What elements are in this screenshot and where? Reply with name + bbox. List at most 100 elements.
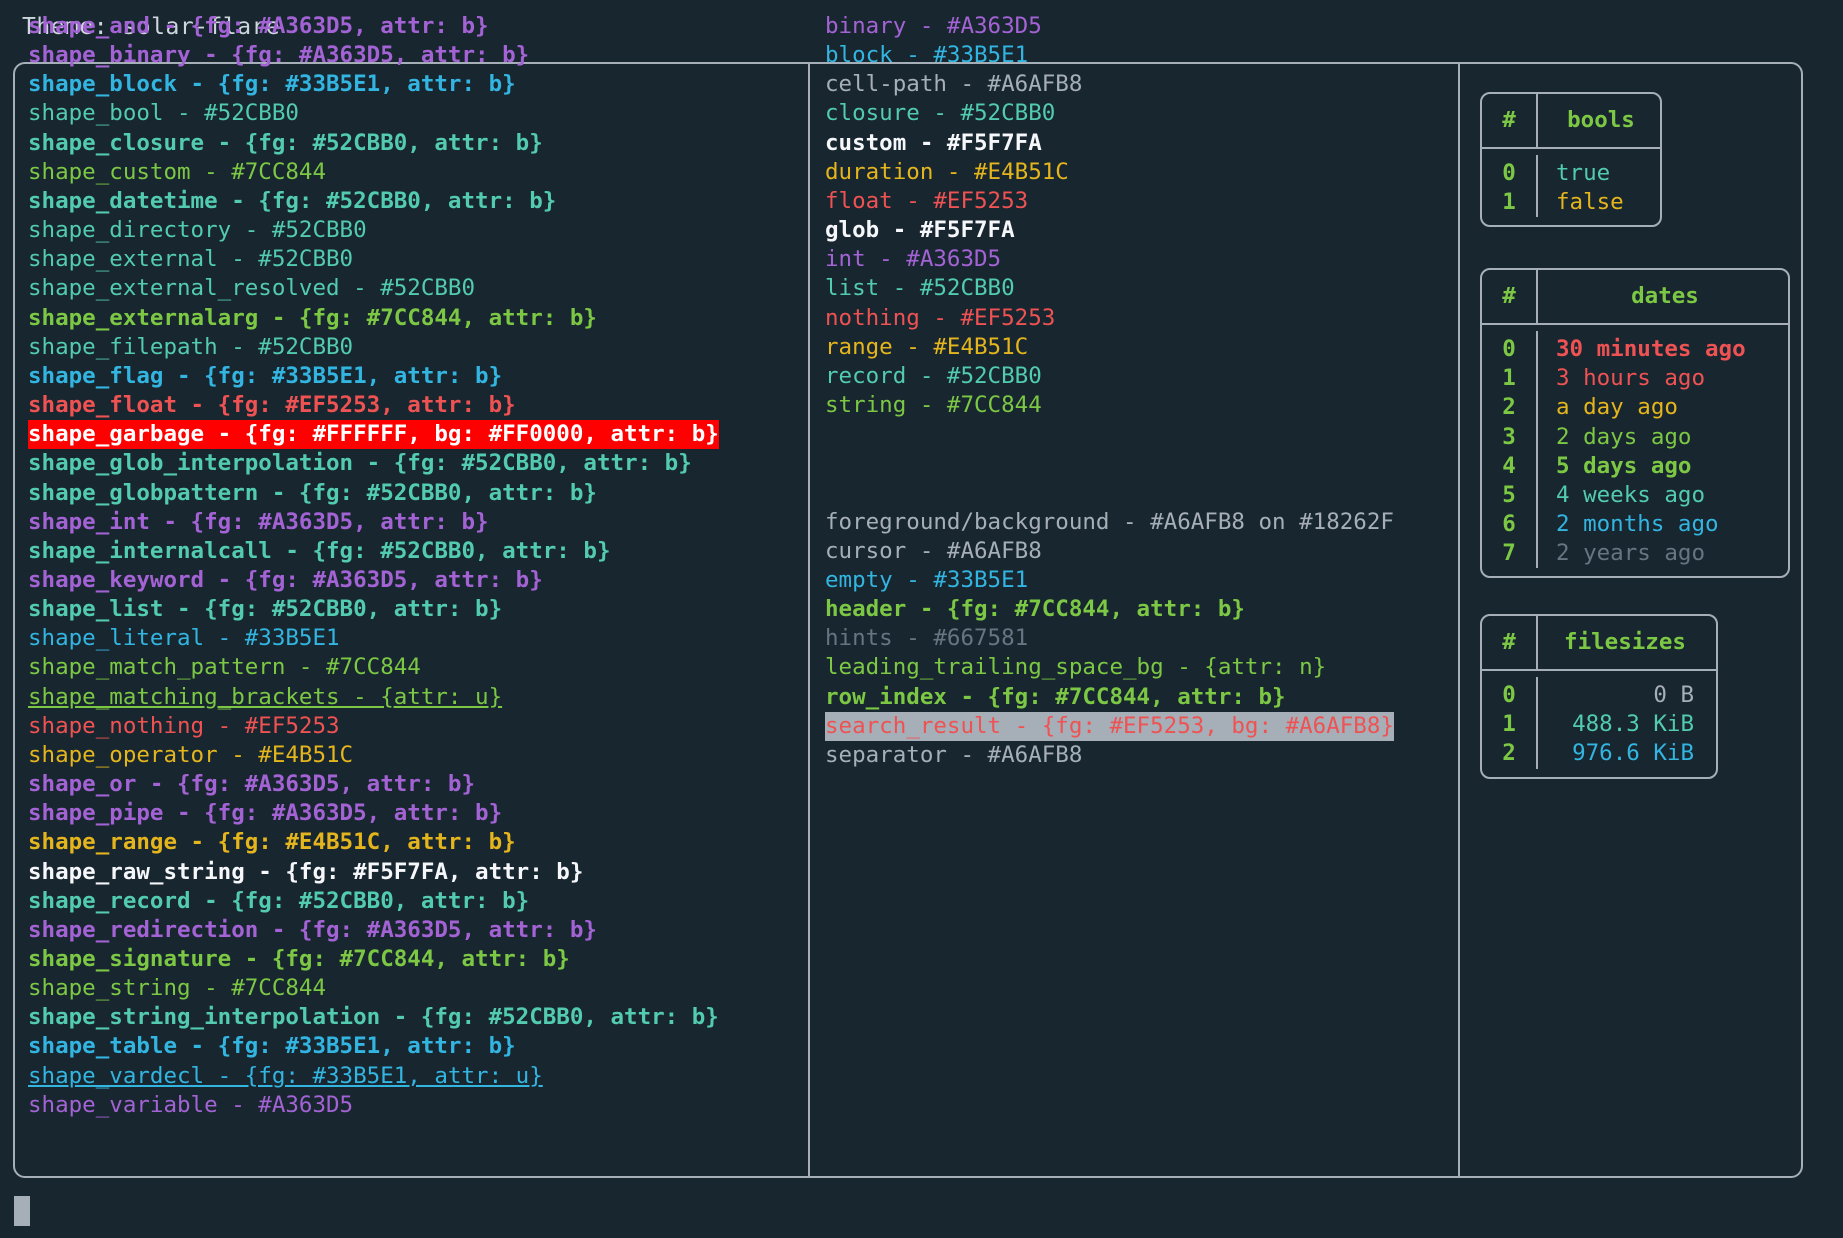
ui-entry: foreground/background - #A6AFB8 on #1826… [825, 508, 1394, 537]
ui-entry: search_result - {fg: #EF5253, bg: #A6AFB… [825, 712, 1394, 741]
shape-entry: shape_nothing - #EF5253 [28, 712, 340, 741]
type-entry: int - #A363D5 [825, 245, 1001, 274]
row-value-cell: 2 days ago [1538, 423, 1788, 452]
shape-entry: shape_block - {fg: #33B5E1, attr: b} [28, 70, 516, 99]
table-header-row: #bools [1482, 94, 1660, 149]
shape-entry: shape_datetime - {fg: #52CBB0, attr: b} [28, 187, 556, 216]
shape-entry: shape_variable - #A363D5 [28, 1091, 353, 1120]
table-row: 13 hours ago [1482, 364, 1788, 393]
row-index-cell: 6 [1482, 510, 1538, 539]
row-index-cell: 0 [1482, 155, 1538, 188]
type-entry: cell-path - #A6AFB8 [825, 70, 1082, 99]
filesizes-table: #filesizes00 B1488.3 KiB2976.6 KiB [1480, 614, 1718, 779]
type-entry: float - #EF5253 [825, 187, 1028, 216]
shape-entry: shape_and - {fg: #A363D5, attr: b} [28, 12, 489, 41]
table-row: 54 weeks ago [1482, 481, 1788, 510]
row-value-cell: false [1538, 188, 1660, 217]
column-header-index: # [1482, 270, 1538, 323]
table-row: 32 days ago [1482, 423, 1788, 452]
column-gap [825, 420, 1435, 508]
shape-entry: shape_external_resolved - #52CBB0 [28, 274, 475, 303]
ui-entry: header - {fg: #7CC844, attr: b} [825, 595, 1245, 624]
table-header-row: #filesizes [1482, 616, 1716, 671]
row-value-cell: a day ago [1538, 393, 1788, 422]
type-entry: duration - #E4B51C [825, 158, 1069, 187]
ui-entry: cursor - #A6AFB8 [825, 537, 1042, 566]
shape-entry: shape_pipe - {fg: #A363D5, attr: b} [28, 799, 502, 828]
row-index-cell: 0 [1482, 677, 1538, 710]
table-row: 0true [1482, 155, 1660, 188]
table-row: 1false [1482, 188, 1660, 217]
shape-entry: shape_match_pattern - #7CC844 [28, 653, 421, 682]
column-header-value: filesizes [1538, 616, 1716, 669]
ui-entry: empty - #33B5E1 [825, 566, 1028, 595]
column-header-index: # [1482, 94, 1538, 147]
row-value-cell: 488.3 KiB [1538, 710, 1716, 739]
shape-entry: shape_range - {fg: #E4B51C, attr: b} [28, 828, 516, 857]
column-header-value: dates [1538, 270, 1788, 323]
table-row: 2a day ago [1482, 393, 1788, 422]
type-entry: block - #33B5E1 [825, 41, 1028, 70]
shape-entry: shape_vardecl - {fg: #33B5E1, attr: u} [28, 1062, 543, 1091]
row-value-cell: true [1538, 155, 1660, 188]
row-value-cell: 2 months ago [1538, 510, 1788, 539]
shape-entry: shape_string_interpolation - {fg: #52CBB… [28, 1003, 719, 1032]
shape-entry: shape_literal - #33B5E1 [28, 624, 340, 653]
table-body: 00 B1488.3 KiB2976.6 KiB [1482, 671, 1716, 776]
type-entry: binary - #A363D5 [825, 12, 1042, 41]
shape-entry: shape_signature - {fg: #7CC844, attr: b} [28, 945, 570, 974]
shape-entry: shape_matching_brackets - {attr: u} [28, 683, 502, 712]
type-entry: nothing - #EF5253 [825, 304, 1055, 333]
row-index-cell: 1 [1482, 188, 1538, 217]
shape-entry: shape_globpattern - {fg: #52CBB0, attr: … [28, 479, 597, 508]
row-value-cell: 0 B [1538, 677, 1716, 710]
column-separator-1 [808, 64, 810, 1176]
table-row: 62 months ago [1482, 510, 1788, 539]
type-entry: custom - #F5F7FA [825, 129, 1042, 158]
shape-entry: shape_operator - #E4B51C [28, 741, 353, 770]
row-index-cell: 4 [1482, 452, 1538, 481]
column-separator-2 [1458, 64, 1460, 1176]
row-value-cell: 4 weeks ago [1538, 481, 1788, 510]
terminal-cursor [14, 1196, 30, 1226]
shape-entry: shape_list - {fg: #52CBB0, attr: b} [28, 595, 502, 624]
shape-entry: shape_redirection - {fg: #A363D5, attr: … [28, 916, 597, 945]
shape-entry: shape_keyword - {fg: #A363D5, attr: b} [28, 566, 543, 595]
row-value-cell: 2 years ago [1538, 539, 1788, 568]
table-row: 72 years ago [1482, 539, 1788, 568]
table-row: 030 minutes ago [1482, 331, 1788, 364]
shape-entry: shape_table - {fg: #33B5E1, attr: b} [28, 1032, 516, 1061]
type-entry: record - #52CBB0 [825, 362, 1042, 391]
table-row: 2976.6 KiB [1482, 739, 1716, 768]
type-entry: glob - #F5F7FA [825, 216, 1015, 245]
row-index-cell: 2 [1482, 393, 1538, 422]
ui-entry: hints - #667581 [825, 624, 1028, 653]
type-entry: range - #E4B51C [825, 333, 1028, 362]
shape-entry: shape_glob_interpolation - {fg: #52CBB0,… [28, 449, 692, 478]
shape-entry: shape_int - {fg: #A363D5, attr: b} [28, 508, 489, 537]
shape-entry: shape_custom - #7CC844 [28, 158, 326, 187]
shape-entry: shape_float - {fg: #EF5253, attr: b} [28, 391, 516, 420]
shapes-column: shape_and - {fg: #A363D5, attr: b}shape_… [28, 0, 788, 1120]
type-entry: closure - #52CBB0 [825, 99, 1055, 128]
table-header-row: #dates [1482, 270, 1788, 325]
ui-entry: row_index - {fg: #7CC844, attr: b} [825, 683, 1286, 712]
row-value-cell: 976.6 KiB [1538, 739, 1716, 768]
row-value-cell: 3 hours ago [1538, 364, 1788, 393]
ui-entry: separator - #A6AFB8 [825, 741, 1082, 770]
row-index-cell: 1 [1482, 710, 1538, 739]
row-value-cell: 5 days ago [1538, 452, 1788, 481]
bools-table: #bools0true1false [1480, 92, 1662, 227]
shape-entry: shape_flag - {fg: #33B5E1, attr: b} [28, 362, 502, 391]
shape-entry: shape_binary - {fg: #A363D5, attr: b} [28, 41, 529, 70]
shape-entry: shape_string - #7CC844 [28, 974, 326, 1003]
column-header-value: bools [1538, 94, 1660, 147]
row-index-cell: 1 [1482, 364, 1538, 393]
table-row: 00 B [1482, 677, 1716, 710]
column-header-index: # [1482, 616, 1538, 669]
table-row: 45 days ago [1482, 452, 1788, 481]
shape-entry: shape_record - {fg: #52CBB0, attr: b} [28, 887, 529, 916]
shape-entry: shape_external - #52CBB0 [28, 245, 353, 274]
row-index-cell: 2 [1482, 739, 1538, 768]
shape-entry: shape_internalcall - {fg: #52CBB0, attr:… [28, 537, 610, 566]
